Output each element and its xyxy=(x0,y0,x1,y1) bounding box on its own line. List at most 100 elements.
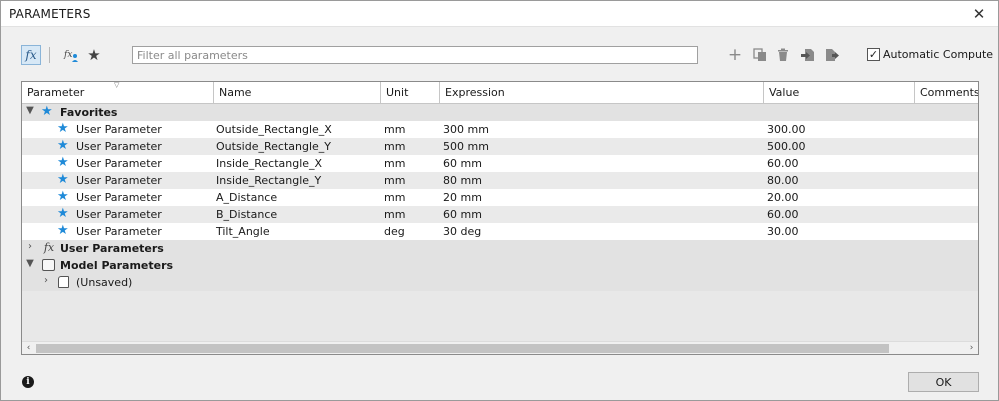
table-row[interactable]: ★ User Parameter Inside_Rectangle_Y mm 8… xyxy=(22,172,978,189)
table-row[interactable]: ★ User Parameter Tilt_Angle deg 30 deg 3… xyxy=(22,223,978,240)
title-bar: PARAMETERS ✕ xyxy=(1,1,998,27)
parameter-value: 60.00 xyxy=(767,157,799,170)
star-icon: ★ xyxy=(41,104,53,119)
dialog-title: PARAMETERS xyxy=(9,7,91,21)
tree-item-unsaved[interactable]: › (Unsaved) xyxy=(22,274,978,291)
table-row[interactable]: ★ User Parameter A_Distance mm 20 mm 20.… xyxy=(22,189,978,206)
chevron-right-icon[interactable]: › xyxy=(25,241,35,252)
star-icon[interactable]: ★ xyxy=(57,173,69,186)
star-icon[interactable]: ★ xyxy=(57,190,69,203)
table-row[interactable]: ★ User Parameter Inside_Rectangle_X mm 6… xyxy=(22,155,978,172)
star-icon[interactable]: ★ xyxy=(57,224,69,237)
column-header-unit[interactable]: Unit xyxy=(381,82,440,103)
parameter-unit: mm xyxy=(384,174,406,187)
parameter-name: Tilt_Angle xyxy=(216,225,270,238)
parameter-value: 80.00 xyxy=(767,174,799,187)
parameter-type: User Parameter xyxy=(76,123,162,136)
parameter-name: Outside_Rectangle_X xyxy=(216,123,332,136)
parameter-value: 30.00 xyxy=(767,225,799,238)
export-parameters-icon[interactable] xyxy=(822,45,842,65)
parameter-unit: mm xyxy=(384,208,406,221)
parameter-unit: mm xyxy=(384,191,406,204)
parameter-expression[interactable]: 20 mm xyxy=(443,191,482,204)
column-header-parameter[interactable]: ▽ Parameter xyxy=(22,82,214,103)
chevron-down-icon[interactable]: ▼ xyxy=(25,258,35,269)
parameter-expression[interactable]: 60 mm xyxy=(443,157,482,170)
user-parameter-filter-icon[interactable]: fx xyxy=(61,45,81,65)
star-icon[interactable]: ★ xyxy=(57,139,69,152)
group-label: Model Parameters xyxy=(60,259,174,272)
column-header-name[interactable]: Name xyxy=(214,82,381,103)
parameter-name: B_Distance xyxy=(216,208,278,221)
chevron-down-icon[interactable]: ▼ xyxy=(25,105,35,116)
parameter-unit: mm xyxy=(384,123,406,136)
table-row[interactable]: ★ User Parameter Outside_Rectangle_Y mm … xyxy=(22,138,978,155)
parameter-value: 300.00 xyxy=(767,123,806,136)
parameter-value: 60.00 xyxy=(767,208,799,221)
group-row-model-parameters[interactable]: ▼ Model Parameters xyxy=(22,257,978,274)
parameter-type: User Parameter xyxy=(76,191,162,204)
table-row[interactable]: ★ User Parameter Outside_Rectangle_X mm … xyxy=(22,121,978,138)
column-header-value[interactable]: Value xyxy=(764,82,915,103)
group-row-favorites[interactable]: ▼ ★ Favorites xyxy=(22,104,978,121)
favorites-filter-star-icon[interactable]: ★ xyxy=(84,45,104,65)
parameter-unit: deg xyxy=(384,225,405,238)
ok-button[interactable]: OK xyxy=(908,372,979,392)
column-header-expression[interactable]: Expression xyxy=(440,82,764,103)
parameter-unit: mm xyxy=(384,157,406,170)
group-label: User Parameters xyxy=(60,242,164,255)
parameter-name: A_Distance xyxy=(216,191,278,204)
parameter-expression[interactable]: 300 mm xyxy=(443,123,489,136)
tree-item-label: (Unsaved) xyxy=(76,276,133,289)
star-icon[interactable]: ★ xyxy=(57,207,69,220)
model-body-icon xyxy=(42,259,55,271)
info-icon[interactable]: i xyxy=(22,376,34,388)
parameter-name: Inside_Rectangle_Y xyxy=(216,174,322,187)
parameter-expression[interactable]: 60 mm xyxy=(443,208,482,221)
toolbar: fx fx ★ + ✓ Automatic Compute xyxy=(1,41,998,69)
component-icon xyxy=(58,276,69,288)
parameter-expression[interactable]: 30 deg xyxy=(443,225,481,238)
parameter-value: 20.00 xyxy=(767,191,799,204)
column-header-comments[interactable]: Comments xyxy=(915,82,978,103)
fx-toggle-button[interactable]: fx xyxy=(21,45,41,65)
sort-caret-icon: ▽ xyxy=(114,82,120,89)
parameter-value: 500.00 xyxy=(767,140,806,153)
automatic-compute-label: Automatic Compute xyxy=(883,48,994,61)
parameter-type: User Parameter xyxy=(76,208,162,221)
table-header: ▽ Parameter Name Unit Expression Value C… xyxy=(22,82,978,104)
parameter-unit: mm xyxy=(384,140,406,153)
parameter-type: User Parameter xyxy=(76,140,162,153)
svg-text:fx: fx xyxy=(63,50,72,60)
group-label: Favorites xyxy=(60,106,118,119)
star-icon[interactable]: ★ xyxy=(57,122,69,135)
scroll-left-arrow-icon[interactable]: ‹ xyxy=(22,342,35,354)
automatic-compute-checkbox[interactable]: ✓ Automatic Compute xyxy=(867,48,993,61)
scrollbar-thumb[interactable] xyxy=(36,344,889,353)
add-parameter-plus-icon[interactable]: + xyxy=(725,45,745,65)
chevron-right-icon[interactable]: › xyxy=(41,275,51,286)
star-icon[interactable]: ★ xyxy=(57,156,69,169)
parameters-dialog: PARAMETERS ✕ fx fx ★ + ✓ Automatic Compu… xyxy=(0,0,999,401)
parameters-table: ▽ Parameter Name Unit Expression Value C… xyxy=(21,81,979,355)
scroll-right-arrow-icon[interactable]: › xyxy=(965,342,978,354)
parameter-type: User Parameter xyxy=(76,225,162,238)
close-icon[interactable]: ✕ xyxy=(968,3,990,25)
checkmark-icon[interactable]: ✓ xyxy=(867,48,880,61)
copy-parameter-icon[interactable] xyxy=(750,45,770,65)
table-row[interactable]: ★ User Parameter B_Distance mm 60 mm 60.… xyxy=(22,206,978,223)
parameter-type: User Parameter xyxy=(76,174,162,187)
group-row-user-parameters[interactable]: › fx User Parameters xyxy=(22,240,978,257)
parameter-type: User Parameter xyxy=(76,157,162,170)
parameter-name: Inside_Rectangle_X xyxy=(216,157,323,170)
parameter-expression[interactable]: 80 mm xyxy=(443,174,482,187)
filter-parameters-input[interactable] xyxy=(132,46,698,64)
import-parameters-icon[interactable] xyxy=(798,45,818,65)
parameter-name: Outside_Rectangle_Y xyxy=(216,140,331,153)
horizontal-scrollbar[interactable]: ‹ › xyxy=(22,341,978,354)
delete-parameter-trash-icon[interactable] xyxy=(773,45,793,65)
parameter-expression[interactable]: 500 mm xyxy=(443,140,489,153)
table-body: ▼ ★ Favorites ★ User Parameter Outside_R… xyxy=(22,104,978,341)
toolbar-separator xyxy=(49,47,50,63)
fx-icon: fx xyxy=(43,241,55,254)
